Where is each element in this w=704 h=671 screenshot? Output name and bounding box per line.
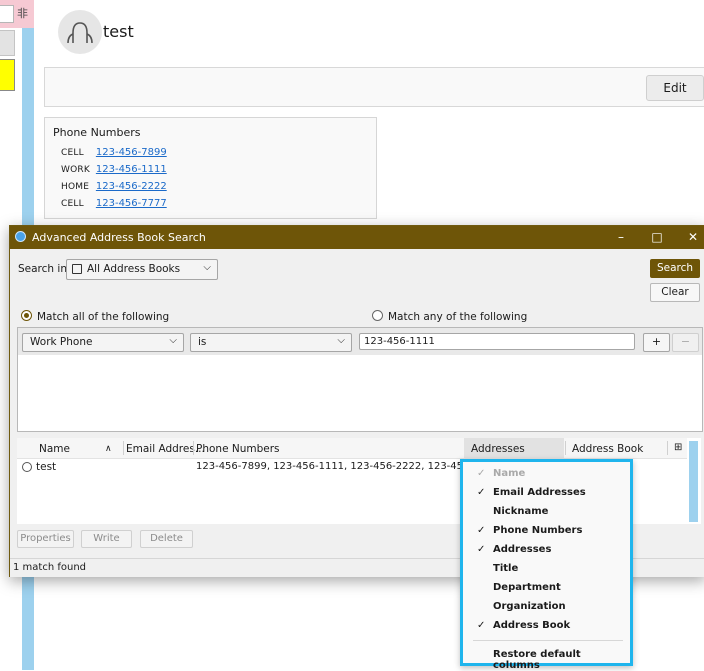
phone-type: CELL <box>61 148 84 158</box>
status-text: 1 match found <box>13 562 87 573</box>
phone-type: HOME <box>61 182 90 192</box>
remove-criteria-button[interactable]: − <box>672 333 699 352</box>
menu-item-name: ✓ Name <box>477 468 526 479</box>
phone-numbers-card: Phone Numbers CELL 123-456-7899 WORK 123… <box>44 117 377 219</box>
phone-type: CELL <box>61 199 84 209</box>
phone-link[interactable]: 123-456-2222 <box>96 181 167 192</box>
result-phones: 123-456-7899, 123-456-1111, 123-456-2222… <box>196 461 499 472</box>
edit-contact-button[interactable]: Edit <box>646 75 704 101</box>
background-toolbar: 非 <box>0 0 34 28</box>
properties-button[interactable]: Properties <box>17 530 74 548</box>
background-button[interactable] <box>0 30 15 56</box>
contact-action-bar <box>44 67 704 107</box>
maximize-icon[interactable]: □ <box>646 228 668 246</box>
column-picker-icon[interactable]: ⊞ <box>674 442 682 453</box>
phone-row: CELL 123-456-7899 <box>61 147 167 158</box>
dialog-title: Advanced Address Book Search <box>32 231 206 244</box>
phone-row: WORK 123-456-1111 <box>61 164 167 175</box>
column-addresses-header[interactable]: Addresses <box>471 443 525 455</box>
match-any-label[interactable]: Match any of the following <box>388 311 527 323</box>
match-any-radio[interactable] <box>372 310 383 321</box>
checkmark-icon: ✓ <box>477 525 486 536</box>
menu-item-phone-numbers[interactable]: ✓ Phone Numbers <box>463 522 630 541</box>
menu-item-restore-default-columns[interactable]: Restore default columns <box>463 646 630 671</box>
clear-button[interactable]: Clear <box>650 283 700 302</box>
delete-button[interactable]: Delete <box>140 530 193 548</box>
result-name: test <box>36 461 57 473</box>
checkmark-icon: ✓ <box>477 487 486 498</box>
column-divider[interactable] <box>565 441 566 455</box>
chevron-down-icon: ⌵ <box>169 335 177 346</box>
column-divider[interactable] <box>667 441 668 455</box>
scrollbar-thumb[interactable] <box>689 441 698 522</box>
address-book-value: All Address Books <box>87 263 181 275</box>
address-book-select[interactable]: All Address Books ⌵ <box>66 259 218 280</box>
phone-row: CELL 123-456-7777 <box>61 198 167 209</box>
menu-item-nickname[interactable]: Nickname <box>463 503 630 522</box>
write-button[interactable]: Write <box>81 530 132 548</box>
minimize-icon[interactable]: – <box>610 228 632 246</box>
criteria-field-select[interactable]: Work Phone ⌵ <box>22 333 184 352</box>
app-icon <box>15 231 26 242</box>
criteria-row: Work Phone ⌵ is ⌵ 123-456-1111 + − <box>18 328 702 355</box>
contact-name: test <box>103 22 134 41</box>
phone-section-title: Phone Numbers <box>53 126 141 139</box>
column-phone-header[interactable]: Phone Numbers <box>196 443 280 455</box>
search-button[interactable]: Search <box>650 259 700 278</box>
background-highlight-box <box>0 59 15 91</box>
match-all-radio[interactable] <box>21 310 32 321</box>
search-criteria-list: Work Phone ⌵ is ⌵ 123-456-1111 + − <box>17 327 703 432</box>
dialog-titlebar[interactable]: Advanced Address Book Search – □ ✕ <box>10 226 704 249</box>
phone-link[interactable]: 123-456-7899 <box>96 147 167 158</box>
checkmark-icon: ✓ <box>477 544 486 555</box>
menu-item-addresses[interactable]: ✓ Addresses <box>463 541 630 560</box>
column-name-header[interactable]: Name <box>39 443 70 455</box>
menu-item-department[interactable]: Department <box>463 579 630 598</box>
address-book-icon <box>72 264 82 274</box>
menu-item-organization[interactable]: Organization <box>463 598 630 617</box>
search-in-label: Search in: <box>18 263 71 275</box>
background-glyph: 非 <box>17 7 28 20</box>
checkmark-icon: ✓ <box>477 468 486 479</box>
contact-icon <box>22 462 32 472</box>
phone-link[interactable]: 123-456-1111 <box>96 164 167 175</box>
column-divider[interactable] <box>123 441 124 455</box>
close-icon[interactable]: ✕ <box>682 228 704 246</box>
chevron-down-icon: ⌵ <box>337 335 345 346</box>
column-picker-menu: ✓ Name ✓ Email Addresses Nickname ✓ Phon… <box>460 459 633 671</box>
menu-item-address-book[interactable]: ✓ Address Book <box>463 617 630 636</box>
checkmark-icon: ✓ <box>477 620 486 631</box>
phone-type: WORK <box>61 165 90 175</box>
background-input[interactable] <box>0 5 14 23</box>
criteria-operator-select[interactable]: is ⌵ <box>190 333 352 352</box>
add-criteria-button[interactable]: + <box>643 333 670 352</box>
criteria-field-value: Work Phone <box>30 336 93 348</box>
criteria-value-input[interactable]: 123-456-1111 <box>359 333 635 350</box>
match-all-label[interactable]: Match all of the following <box>37 311 169 323</box>
menu-item-email-addresses[interactable]: ✓ Email Addresses <box>463 484 630 503</box>
menu-separator <box>473 640 623 641</box>
column-address-book-header[interactable]: Address Book <box>572 443 643 455</box>
column-divider[interactable] <box>193 441 194 455</box>
menu-item-title[interactable]: Title <box>463 560 630 579</box>
phone-row: HOME 123-456-2222 <box>61 181 167 192</box>
chevron-down-icon: ⌵ <box>203 262 211 273</box>
results-header: Name ∧ Email Addres... Phone Numbers Add… <box>17 438 701 459</box>
results-scrollbar[interactable] <box>687 438 701 524</box>
avatar-icon <box>58 10 102 54</box>
sort-ascending-icon[interactable]: ∧ <box>105 444 112 454</box>
criteria-operator-value: is <box>198 336 207 348</box>
phone-link[interactable]: 123-456-7777 <box>96 198 167 209</box>
